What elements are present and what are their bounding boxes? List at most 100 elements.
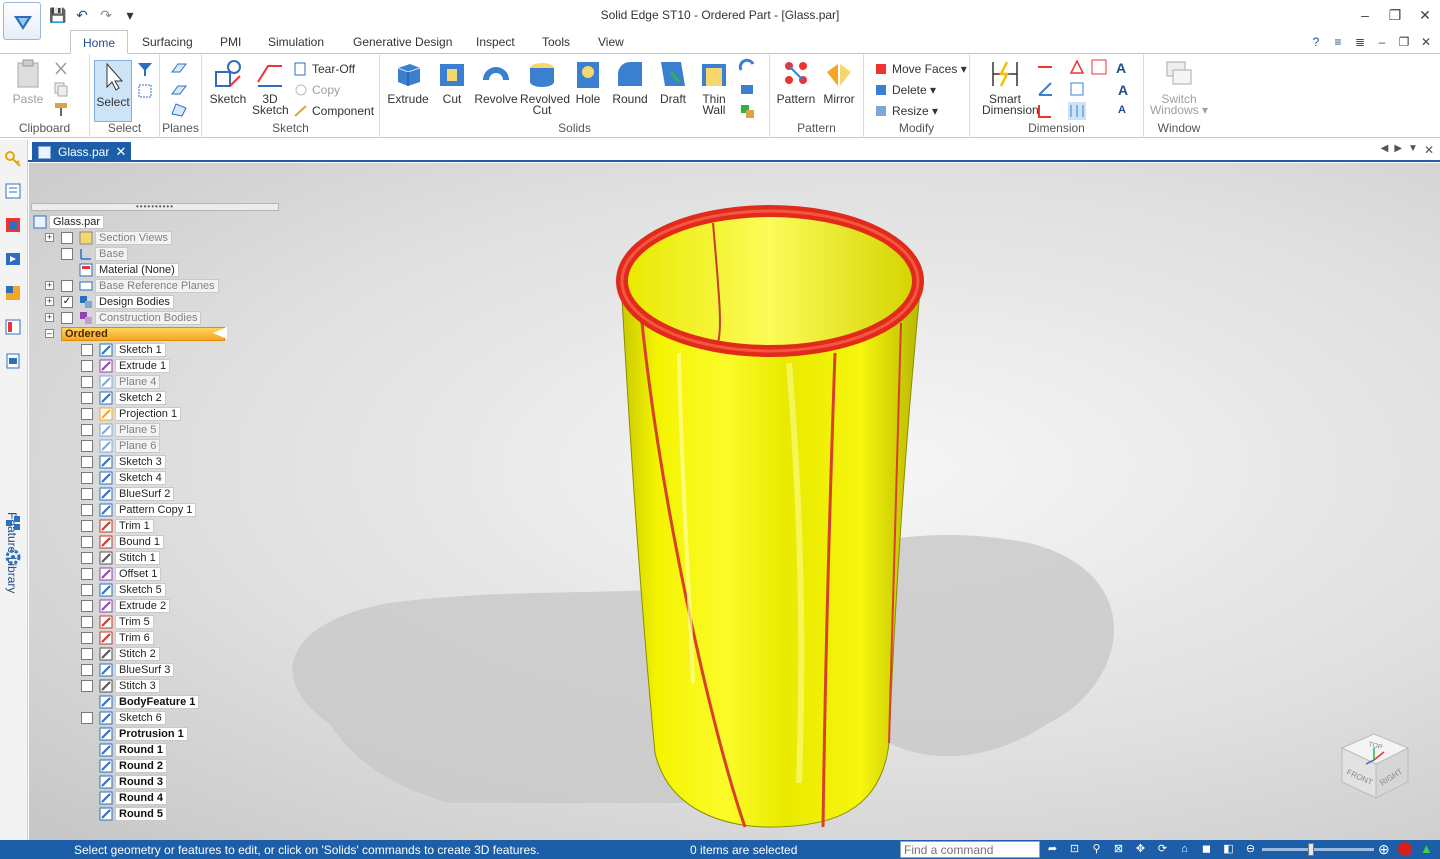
layout-icon[interactable]: ≣	[1352, 34, 1368, 50]
tab-surfacing[interactable]: Surfacing	[130, 30, 205, 54]
visibility-checkbox[interactable]	[81, 440, 93, 452]
zoom-out-icon[interactable]: ⊖	[1242, 841, 1259, 858]
visibility-checkbox[interactable]	[81, 536, 93, 548]
upload-arrow-icon[interactable]: ▲	[1420, 841, 1433, 856]
scroll-right-icon[interactable]: ▶	[1394, 143, 1402, 157]
scroll-left-icon[interactable]: ◀	[1381, 143, 1389, 157]
tab-generative-design[interactable]: Generative Design	[341, 30, 464, 54]
font-shrink-icon[interactable]: A	[1118, 104, 1126, 116]
find-command-input[interactable]	[900, 841, 1040, 858]
draft-button[interactable]: Draft	[654, 58, 692, 105]
visibility-checkbox[interactable]	[81, 344, 93, 356]
document-tab-glass[interactable]: Glass.par ✕	[32, 142, 132, 162]
expand-icon[interactable]: +	[45, 313, 54, 322]
variable-table-icon[interactable]	[1090, 58, 1108, 76]
visibility-checkbox[interactable]	[61, 232, 73, 244]
fit-icon[interactable]: ⊠	[1110, 841, 1127, 858]
graphics-viewport[interactable]: •••••••••• Glass.par + Section Views Bas…	[29, 163, 1440, 840]
visibility-checkbox[interactable]	[81, 568, 93, 580]
expand-icon[interactable]: +	[45, 281, 54, 290]
visibility-checkbox[interactable]	[81, 552, 93, 564]
command-go-icon[interactable]: ➦	[1044, 841, 1061, 858]
tab-inspect[interactable]: Inspect	[464, 30, 527, 54]
annotation-text-icon[interactable]: A	[1116, 60, 1126, 76]
color-manager-icon[interactable]	[4, 284, 22, 302]
parallel-plane-icon[interactable]	[170, 80, 188, 98]
visibility-checkbox[interactable]	[61, 280, 73, 292]
switch-windows-button[interactable]: Switch Windows ▾	[1148, 58, 1210, 116]
distance-between-icon[interactable]	[1036, 58, 1054, 76]
ribbon-minimize-icon[interactable]: –	[1374, 34, 1390, 50]
sketch-3d-button[interactable]: 3D Sketch	[252, 58, 289, 116]
revolve-button[interactable]: Revolve	[474, 58, 518, 105]
component-button[interactable]: Component	[294, 102, 374, 120]
visibility-checkbox[interactable]	[81, 472, 93, 484]
visibility-checkbox[interactable]	[81, 680, 93, 692]
visibility-checkbox[interactable]	[81, 456, 93, 468]
visibility-checkbox[interactable]	[81, 600, 93, 612]
ribbon-restore-icon[interactable]: ❐	[1396, 34, 1412, 50]
coordinate-dimension-icon[interactable]	[1036, 102, 1054, 120]
ribbon-close-icon[interactable]: ✕	[1418, 34, 1434, 50]
visibility-checkbox[interactable]	[81, 376, 93, 388]
visibility-checkbox[interactable]	[81, 584, 93, 596]
teamcenter-icon[interactable]	[4, 514, 22, 532]
tab-view[interactable]: View	[586, 30, 636, 54]
visibility-checkbox[interactable]	[61, 248, 73, 260]
angle-between-icon[interactable]	[1036, 80, 1054, 98]
visibility-checkbox[interactable]	[81, 664, 93, 676]
close-all-icon[interactable]: ✕	[1424, 143, 1434, 157]
pan-icon[interactable]: ✥	[1132, 841, 1149, 858]
relationship-handles-icon[interactable]	[1068, 102, 1086, 120]
record-icon[interactable]	[1398, 842, 1412, 856]
tab-pmi[interactable]: PMI	[208, 30, 253, 54]
view-cube[interactable]: TOP FRONT RIGHT	[1338, 726, 1412, 800]
visibility-checkbox[interactable]	[81, 520, 93, 532]
visibility-checkbox[interactable]	[81, 712, 93, 724]
coincident-plane-icon[interactable]	[170, 60, 188, 78]
smart-dimension-button[interactable]: Smart Dimension	[982, 58, 1039, 116]
cut-button[interactable]: Cut	[434, 58, 470, 105]
hole-button[interactable]: Hole	[570, 58, 606, 105]
library-icon[interactable]	[4, 318, 22, 336]
visibility-checkbox[interactable]	[81, 360, 93, 372]
thin-wall-button[interactable]: Thin Wall	[696, 58, 732, 116]
relate-icon[interactable]	[1068, 80, 1086, 98]
visibility-checkbox[interactable]	[61, 312, 73, 324]
visibility-checkbox[interactable]	[81, 648, 93, 660]
view-orientation-icon[interactable]: ◧	[1220, 841, 1237, 858]
resize-button[interactable]: Resize ▾	[874, 102, 938, 120]
rotate-icon[interactable]: ⟳	[1154, 841, 1171, 858]
visibility-checkbox[interactable]	[81, 504, 93, 516]
visibility-checkbox[interactable]	[81, 408, 93, 420]
layers-icon[interactable]	[4, 216, 22, 234]
tab-simulation[interactable]: Simulation	[256, 30, 336, 54]
zoom-slider-thumb[interactable]	[1308, 843, 1314, 856]
revolved-cut-button[interactable]: Revolved Cut	[520, 58, 570, 116]
dimension-axis-icon[interactable]	[1068, 58, 1086, 76]
sketch-copy-button[interactable]: Copy	[294, 81, 340, 99]
add-body-icon[interactable]	[738, 58, 756, 76]
format-painter-icon[interactable]	[52, 100, 70, 118]
collapse-icon[interactable]: –	[45, 329, 54, 338]
zoom-slider[interactable]	[1262, 848, 1374, 851]
zoom-area-icon[interactable]: ⊡	[1066, 841, 1083, 858]
round-button[interactable]: Round	[610, 58, 650, 105]
select-box-icon[interactable]	[136, 82, 154, 100]
angled-plane-icon[interactable]	[170, 100, 188, 118]
tear-off-button[interactable]: Tear-Off	[294, 60, 355, 78]
pathfinder-splitter[interactable]: ••••••••••	[31, 202, 279, 211]
paste-button[interactable]: Paste	[10, 58, 46, 105]
expand-icon[interactable]: +	[45, 297, 54, 306]
zoom-icon[interactable]: ⚲	[1088, 841, 1105, 858]
document-close-icon[interactable]: ✕	[115, 142, 126, 162]
glass-body[interactable]	[620, 280, 922, 828]
zoom-in-icon[interactable]: ⊕	[1378, 841, 1390, 858]
mirror-button[interactable]: Mirror	[820, 58, 858, 105]
shaded-icon[interactable]: ◼	[1198, 841, 1215, 858]
feature-library-icon[interactable]	[4, 352, 22, 370]
copy-icon[interactable]	[52, 80, 70, 98]
options-icon[interactable]: ≡	[1330, 34, 1346, 50]
settings-gear-icon[interactable]	[4, 548, 22, 566]
select-button[interactable]: Select	[94, 60, 132, 122]
